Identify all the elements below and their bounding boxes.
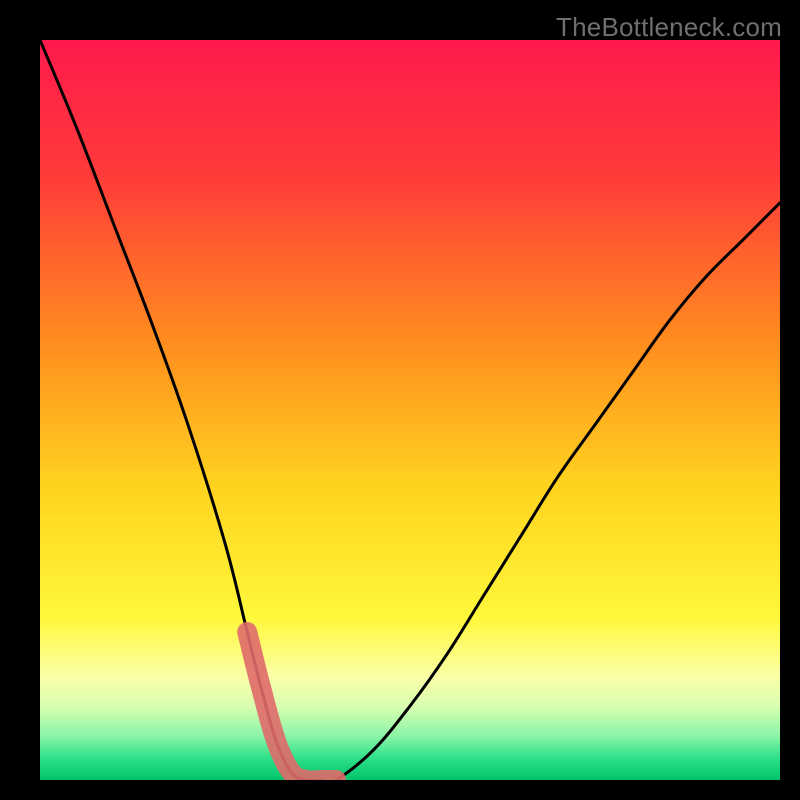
plot-area <box>40 40 780 780</box>
chart-frame: TheBottleneck.com <box>0 0 800 800</box>
bottleneck-curve <box>40 40 780 780</box>
watermark-text: TheBottleneck.com <box>556 12 782 43</box>
highlight-band <box>247 632 336 780</box>
curve-layer <box>40 40 780 780</box>
